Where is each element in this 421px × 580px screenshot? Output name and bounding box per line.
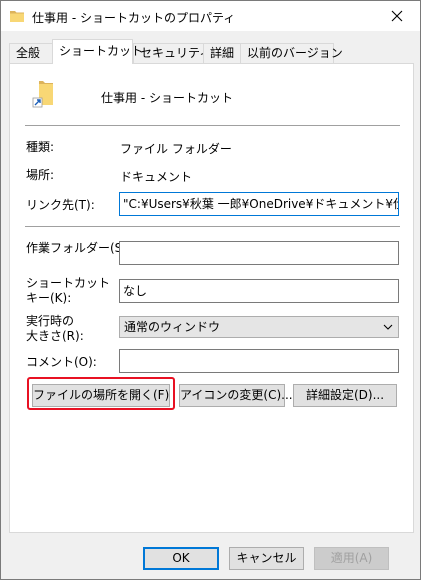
tab-security[interactable]: セキュリティ: [133, 43, 211, 64]
apply-button[interactable]: 適用(A): [314, 547, 389, 570]
advanced-button[interactable]: 詳細設定(D)...: [293, 384, 397, 407]
tab-shortcut[interactable]: ショートカット: [52, 39, 143, 64]
tab-details[interactable]: 詳細: [203, 43, 241, 64]
location-value: ドキュメント: [120, 170, 193, 184]
comment-label: コメント(O):: [26, 355, 97, 369]
start-in-label: 作業フォルダー(S):: [26, 241, 132, 255]
shortcut-panel: 仕事用 - ショートカット 種類: ファイル フォルダー 場所: ドキュメント …: [9, 63, 414, 533]
start-in-input[interactable]: [119, 241, 399, 265]
hotkey-input[interactable]: なし: [119, 279, 399, 303]
hotkey-label-line2: キー(K):: [26, 291, 72, 305]
type-value: ファイル フォルダー: [120, 142, 232, 156]
close-icon: [391, 10, 403, 22]
divider: [25, 226, 400, 227]
location-label: 場所:: [26, 168, 55, 182]
run-size-value: 通常のウィンドウ: [124, 320, 221, 334]
target-label: リンク先(T):: [26, 198, 95, 212]
tab-general[interactable]: 全般: [9, 43, 53, 64]
type-label: 種類:: [26, 140, 55, 154]
chevron-down-icon: [383, 324, 393, 330]
tab-strip: 全般 ショートカット セキュリティ 詳細 以前のバージョン: [9, 39, 414, 64]
open-file-location-button[interactable]: ファイルの場所を開く(F): [32, 384, 170, 407]
divider: [25, 125, 400, 126]
properties-window: 仕事用 - ショートカットのプロパティ 全般 ショートカット セキュリティ 詳細…: [0, 0, 421, 580]
folder-icon: [10, 11, 24, 22]
shortcut-name: 仕事用 - ショートカット: [101, 91, 233, 105]
run-label-line2: 大きさ(R):: [26, 329, 84, 343]
change-icon-button[interactable]: アイコンの変更(C)...: [179, 384, 293, 407]
hotkey-label-line1: ショートカット: [26, 276, 111, 290]
close-button[interactable]: [374, 1, 420, 31]
ok-button[interactable]: OK: [143, 547, 219, 570]
comment-input[interactable]: [119, 349, 399, 373]
target-input[interactable]: "C:¥Users¥秋葉 一郎¥OneDrive¥ドキュメント¥仕事用": [119, 192, 399, 216]
window-title: 仕事用 - ショートカットのプロパティ: [32, 11, 236, 25]
shortcut-folder-icon: [32, 81, 53, 108]
run-size-select[interactable]: 通常のウィンドウ: [119, 316, 399, 338]
run-label-line1: 実行時の: [26, 314, 75, 328]
tab-previous-versions[interactable]: 以前のバージョン: [240, 43, 343, 64]
title-bar[interactable]: 仕事用 - ショートカットのプロパティ: [1, 1, 420, 31]
cancel-button[interactable]: キャンセル: [229, 547, 304, 570]
